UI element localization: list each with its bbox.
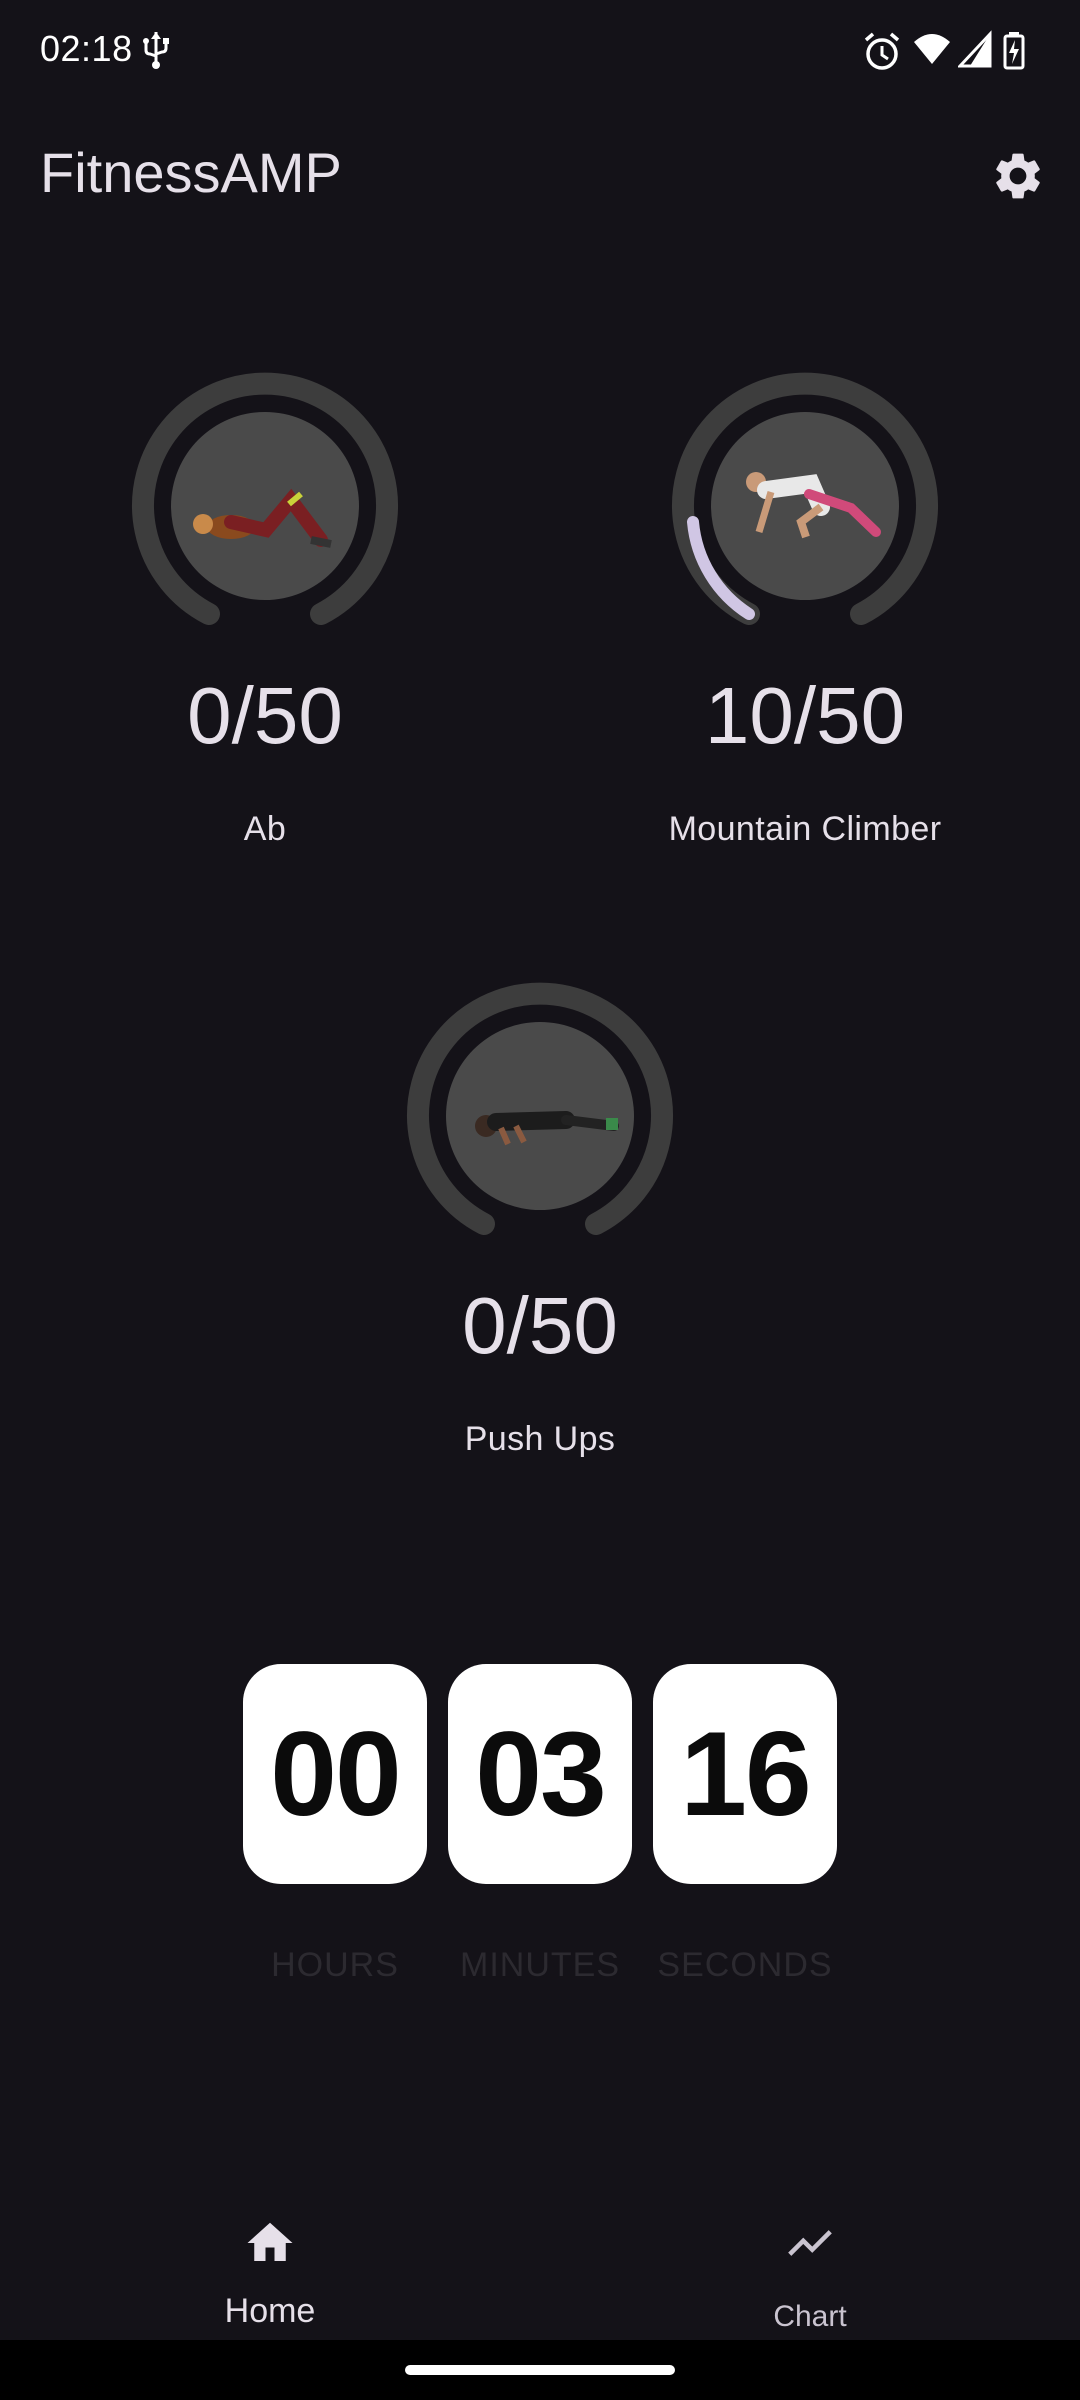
- hours-value: 00: [270, 1707, 401, 1841]
- exercise-count: 0/50: [187, 671, 343, 760]
- exercise-name: Ab: [243, 810, 287, 848]
- nav-item-home[interactable]: Home: [170, 2180, 370, 2340]
- exercise-card-mountain-climber[interactable]: 10/50 Mountain Climber: [575, 370, 1035, 890]
- gesture-handle[interactable]: [405, 2365, 675, 2375]
- exercise-name: Mountain Climber: [668, 810, 942, 848]
- minutes-value: 03: [475, 1707, 606, 1841]
- seconds-label: SECONDS: [657, 1946, 833, 1984]
- settings-button[interactable]: [990, 148, 1046, 204]
- exercise-count: 0/50: [462, 1281, 618, 1370]
- exercise-card-push-ups[interactable]: 0/50 Push Ups: [310, 980, 770, 1500]
- progress-ring: [129, 370, 401, 642]
- seconds-value: 16: [680, 1707, 811, 1841]
- status-icons: [862, 30, 1042, 74]
- status-bar: 02:18: [0, 0, 1080, 105]
- gear-icon: [996, 153, 1040, 199]
- minutes-label: MINUTES: [460, 1946, 620, 1984]
- workout-timer: 00 03 16 HOURS MINUTES SECONDS: [243, 1664, 837, 1994]
- app-title: FitnessAMP: [40, 141, 342, 204]
- exercise-name: Push Ups: [464, 1420, 616, 1458]
- chart-line-icon: [788, 2230, 832, 2256]
- exercise-card-ab[interactable]: 0/50 Ab: [35, 370, 495, 890]
- mountain-climber-exercise-image: [711, 412, 899, 600]
- bottom-navigation: Home Chart: [0, 2180, 1080, 2340]
- usb-icon: [140, 30, 172, 75]
- nav-label-home: Home: [224, 2292, 316, 2330]
- nav-item-chart[interactable]: Chart: [710, 2180, 910, 2340]
- minutes-box: 03: [448, 1664, 632, 1884]
- hours-label: HOURS: [271, 1946, 399, 1984]
- ab-exercise-image: [171, 412, 359, 600]
- seconds-box: 16: [653, 1664, 837, 1884]
- home-screen: 02:18 FitnessAMP 0/50 Ab 10/50 Mountain …: [0, 0, 1080, 2400]
- nav-label-chart: Chart: [773, 2300, 847, 2333]
- progress-ring: [669, 370, 941, 642]
- home-icon: [247, 2222, 293, 2261]
- hours-box: 00: [243, 1664, 427, 1884]
- status-time: 02:18: [40, 28, 133, 69]
- exercise-count: 10/50: [704, 671, 906, 760]
- progress-ring: [404, 980, 676, 1252]
- push-ups-exercise-image: [446, 1022, 634, 1210]
